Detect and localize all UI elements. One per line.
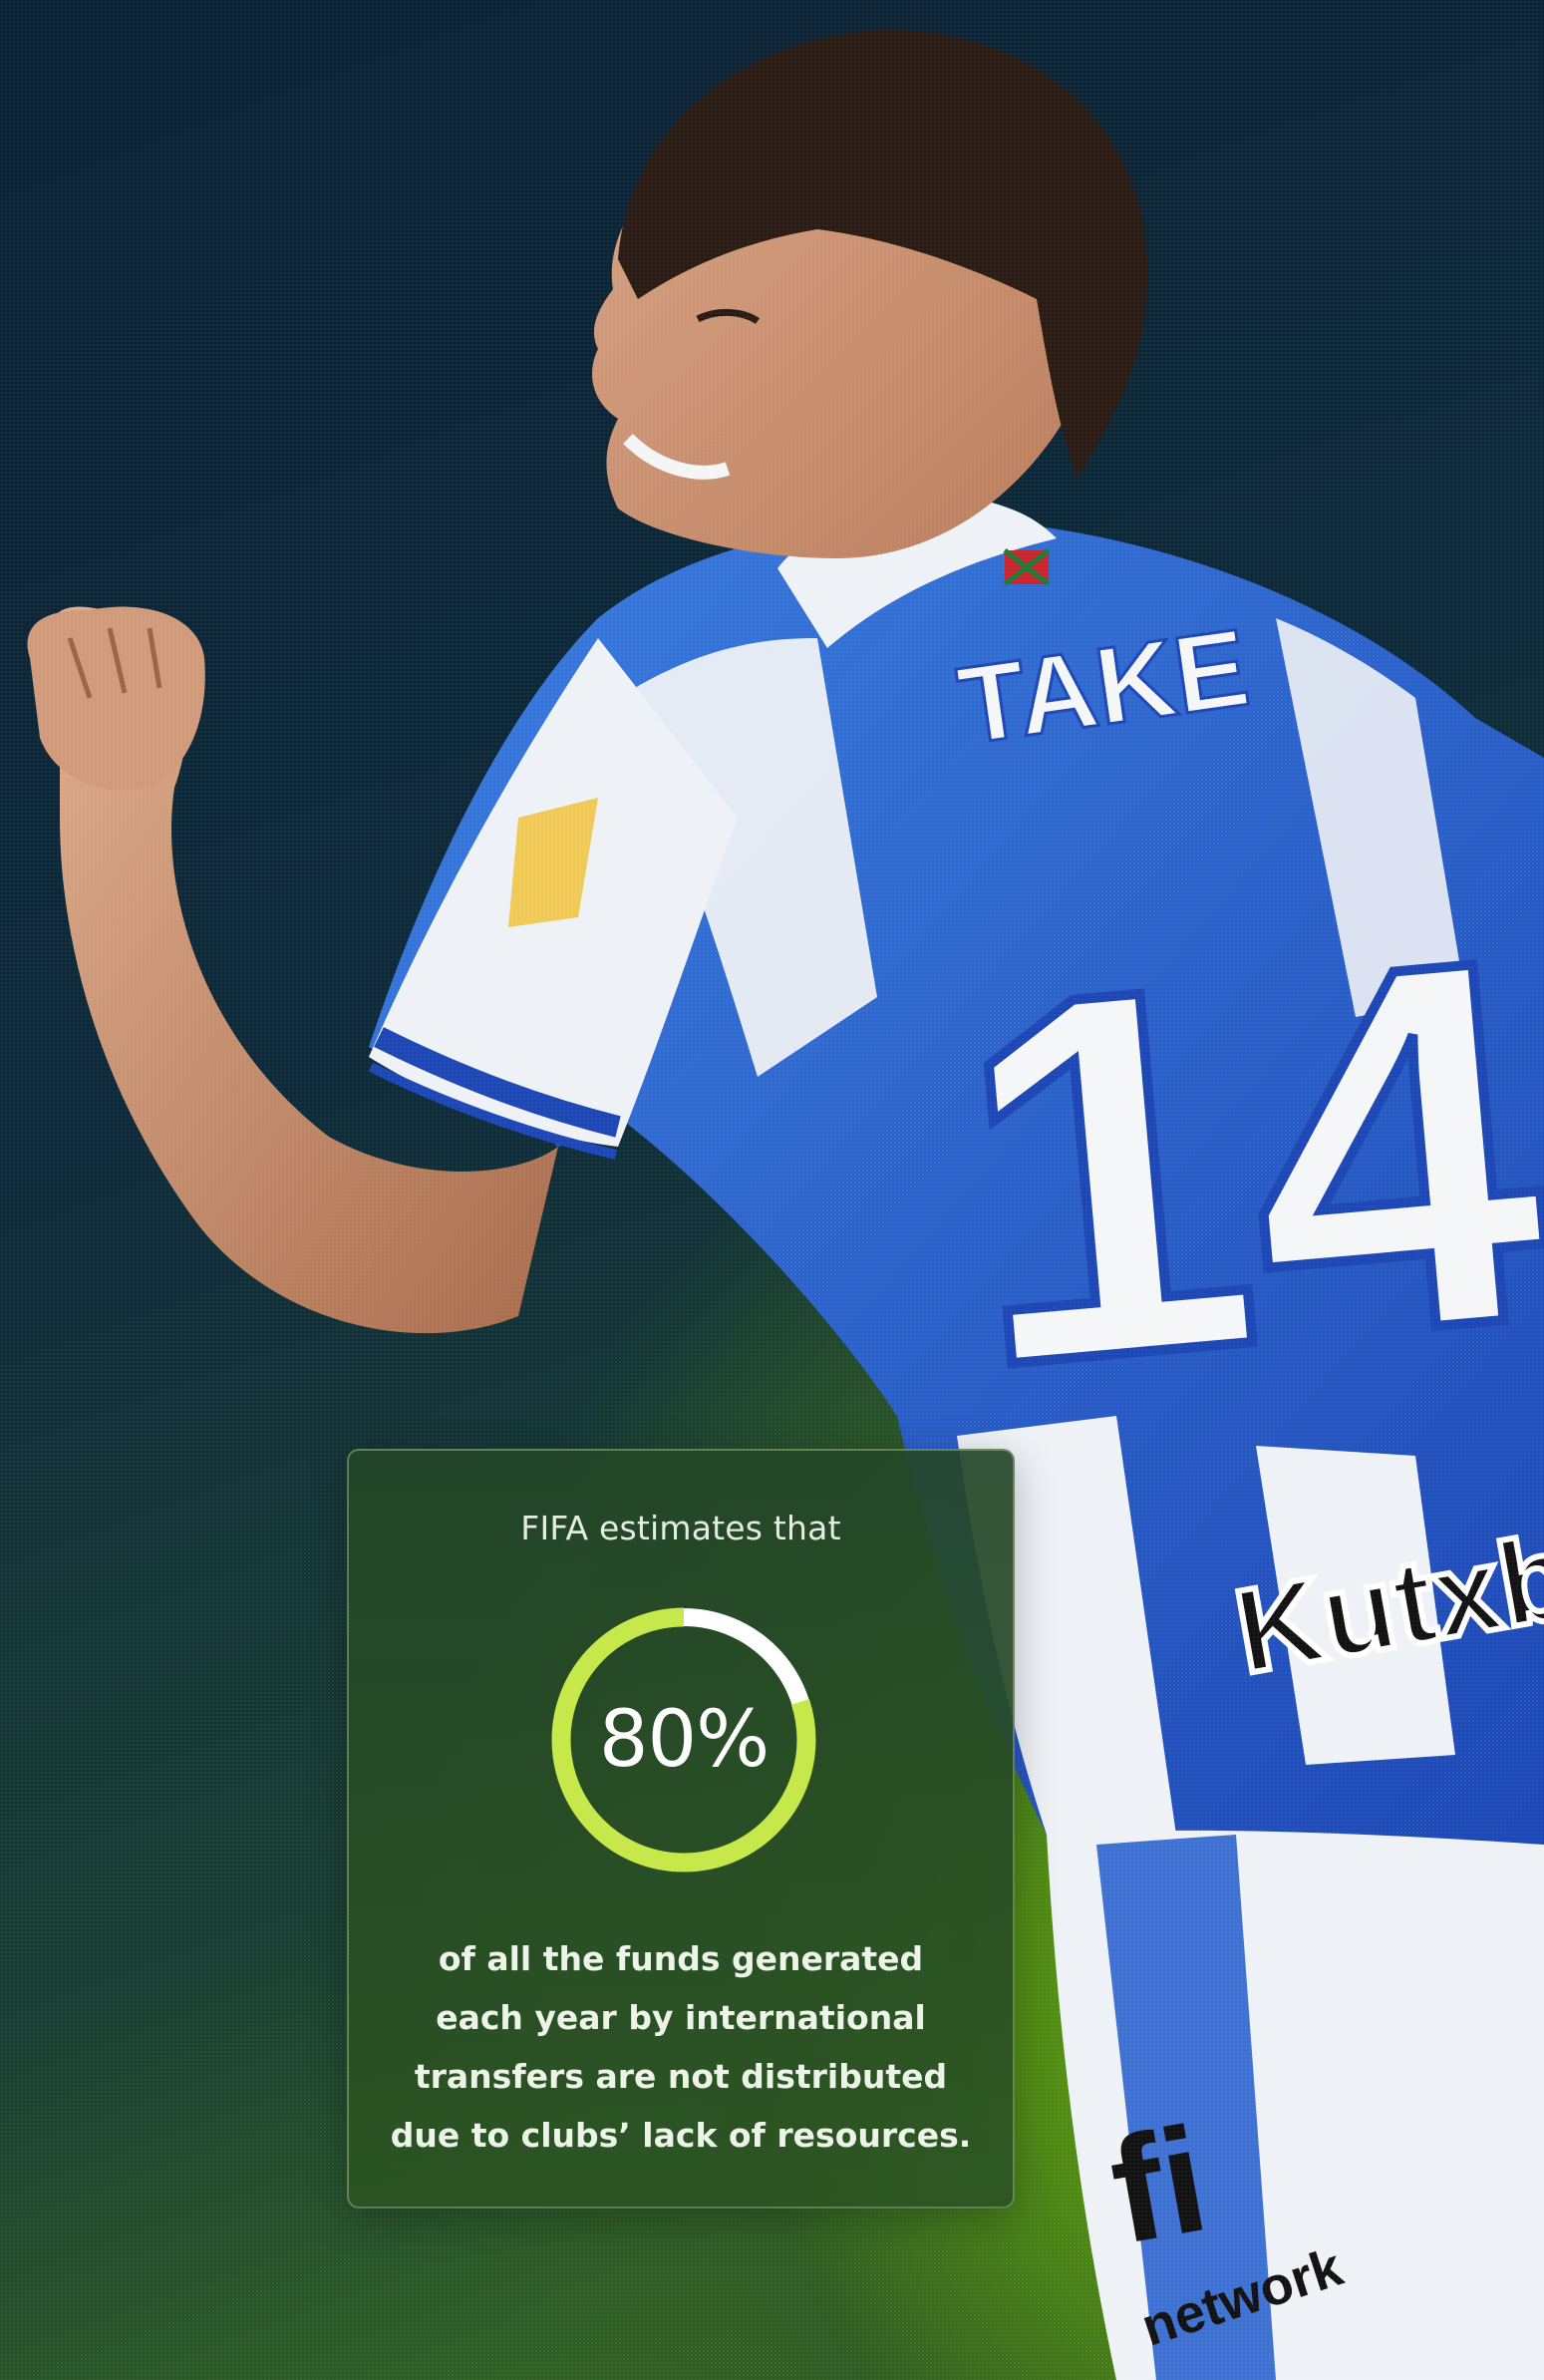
- stat-card: FIFA estimates that 80% of all the funds…: [347, 1449, 1015, 2209]
- stat-description: of all the funds generated each year by …: [379, 1929, 983, 2165]
- stat-intro: FIFA estimates that: [520, 1509, 841, 1547]
- fist: [27, 606, 205, 791]
- jersey-number: 14: [939, 849, 1544, 1476]
- percent-value: 80%: [598, 1695, 770, 1785]
- stat-description-line: each year by international: [436, 1998, 926, 2037]
- percent-ring: 80%: [544, 1600, 823, 1879]
- stat-description-line: due to clubs’ lack of resources.: [390, 2116, 972, 2155]
- page: TAKE 14 Kutxb fi network FIFA estimates …: [0, 0, 1544, 2380]
- stat-description-line: transfers are not distributed: [414, 2057, 948, 2096]
- stat-description-line: of all the funds generated: [438, 1939, 924, 1978]
